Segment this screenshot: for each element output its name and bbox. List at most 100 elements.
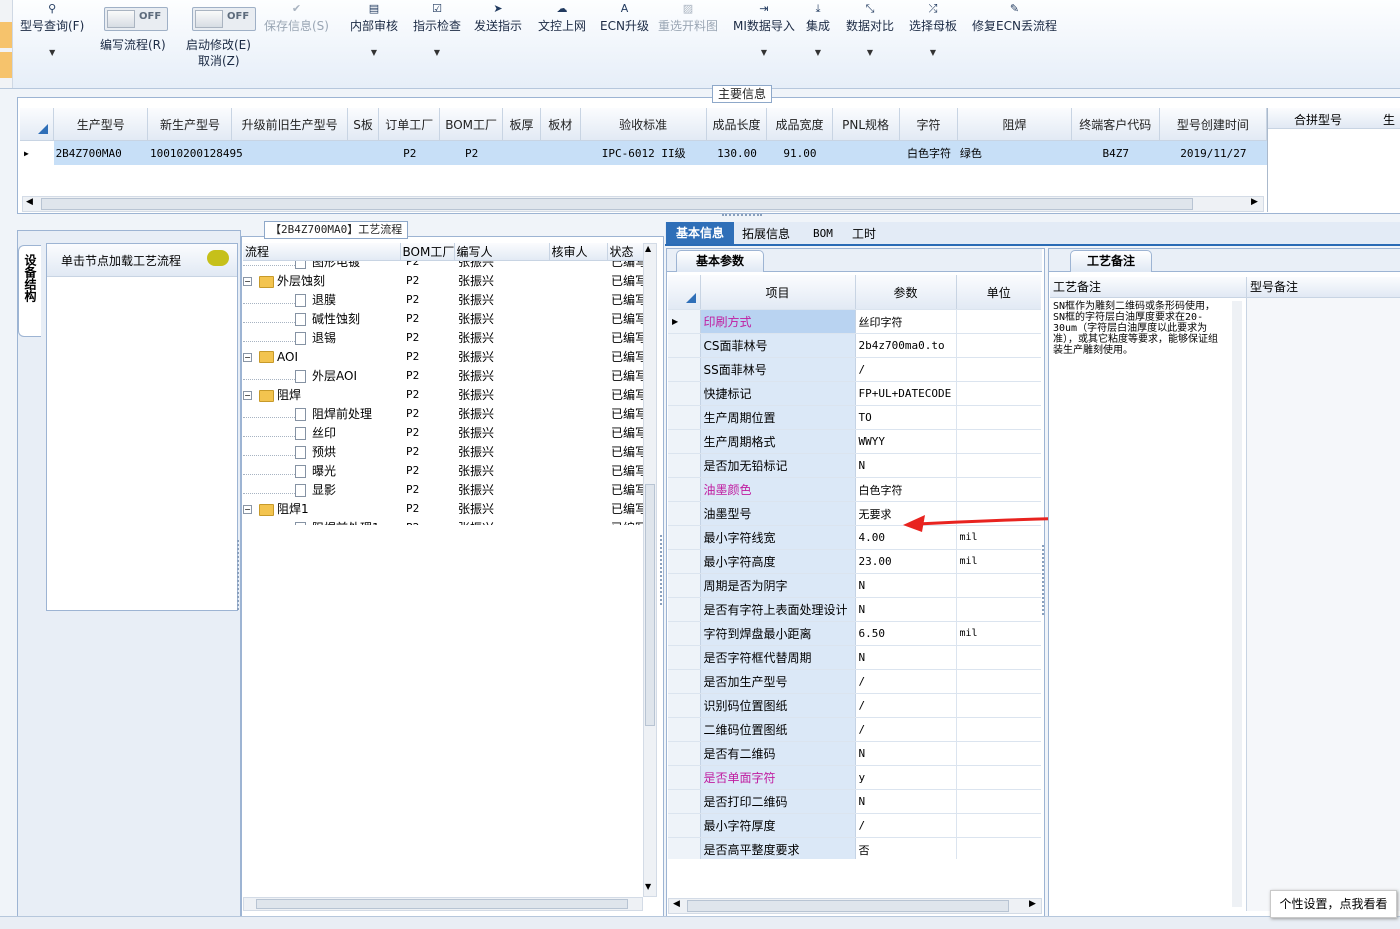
craft-notes-vscrollbar[interactable] xyxy=(1232,301,1242,907)
column-header[interactable]: 新生产型号 xyxy=(147,108,233,141)
tree-cell-status[interactable]: 已编写 xyxy=(607,385,643,404)
tree-cell-bom[interactable]: P2 xyxy=(400,499,454,518)
param-row[interactable]: 是否加生产型号 / xyxy=(668,669,1041,694)
process-hscrollbar[interactable] xyxy=(243,897,643,911)
column-header[interactable]: 型号创建时间 xyxy=(1159,108,1267,141)
table-cell[interactable]: 10010200128495 xyxy=(148,141,243,166)
scroll-thumb[interactable] xyxy=(256,899,628,909)
param-value[interactable]: 23.00 xyxy=(855,549,957,574)
param-value[interactable]: N xyxy=(855,645,957,670)
table-row[interactable]: ▶ 2B4Z700MA0 10010200128495 P2 P2 IPC-6012 II… xyxy=(20,140,1267,166)
param-row[interactable]: 最小字符厚度 / xyxy=(668,813,1041,838)
tree-cell-reviewer[interactable] xyxy=(549,423,607,442)
param-row[interactable]: 识别码位置图纸 / xyxy=(668,693,1041,718)
column-header[interactable]: 成品长度 xyxy=(706,108,768,141)
tree-node[interactable]: 图形电镀 xyxy=(243,261,400,271)
row-indicator[interactable] xyxy=(668,525,701,550)
tree-row[interactable]: 退锡 P2 张振兴 已编写 xyxy=(243,328,643,347)
tree-cell-bom[interactable]: P2 xyxy=(400,328,454,347)
row-indicator[interactable] xyxy=(668,765,701,790)
tree-cell-bom[interactable]: P2 xyxy=(400,518,454,525)
column-header[interactable]: 成品宽度 xyxy=(766,108,833,141)
table-cell[interactable]: P2 xyxy=(379,141,440,166)
column-header[interactable]: 升级前旧生产型号 xyxy=(231,108,348,141)
column-header[interactable]: 阻焊 xyxy=(957,108,1072,141)
tree-row[interactable]: 图形电镀 P2 张振兴 已编写 xyxy=(243,261,643,271)
params-col-value[interactable]: 参数 xyxy=(855,275,957,310)
row-indicator[interactable] xyxy=(668,693,701,718)
table-cell[interactable] xyxy=(232,141,347,166)
param-row[interactable]: 是否打印二维码 N xyxy=(668,789,1041,814)
param-value[interactable]: / xyxy=(855,357,957,382)
param-row[interactable]: 是否字符框代替周期 N xyxy=(668,645,1041,670)
row-indicator[interactable] xyxy=(668,741,701,766)
tree-node[interactable]: − 外层蚀刻 xyxy=(243,271,400,290)
scroll-up-icon[interactable]: ▲ xyxy=(645,244,651,253)
tree-cell-reviewer[interactable] xyxy=(549,261,607,271)
params-col-item[interactable]: 项目 xyxy=(700,275,856,310)
params-hscrollbar[interactable]: ◀ ▶ xyxy=(668,898,1042,914)
param-row[interactable]: ▶ 印刷方式 丝印字符 xyxy=(668,309,1041,334)
param-value[interactable]: 丝印字符 xyxy=(855,309,957,334)
row-indicator[interactable] xyxy=(668,429,701,454)
param-value[interactable]: y xyxy=(855,765,957,790)
table-cell[interactable]: 白色字符 xyxy=(899,141,958,166)
column-header[interactable]: 编写人 xyxy=(454,243,550,261)
column-header[interactable]: 生产型号 xyxy=(53,108,149,141)
param-value[interactable]: / xyxy=(855,669,957,694)
scroll-thumb[interactable] xyxy=(645,484,655,726)
param-row[interactable]: 是否有二维码 N xyxy=(668,741,1041,766)
craft-notes-text[interactable]: SN框作为雕刻二维码或条形码使用，SN框的字符层白油厚度要求在20-30um（字… xyxy=(1050,298,1228,359)
tree-row[interactable]: 阻焊前处理 P2 张振兴 已编写 xyxy=(243,404,643,423)
scroll-left-icon[interactable]: ◀ xyxy=(673,899,680,909)
row-indicator[interactable] xyxy=(668,645,701,670)
tree-cell-writer[interactable]: 张振兴 xyxy=(454,423,549,442)
param-row[interactable]: 是否有字符上表面处理设计 N xyxy=(668,597,1041,622)
collapse-toggle-icon[interactable]: − xyxy=(243,352,252,362)
param-row[interactable]: 是否加无铅标记 N xyxy=(668,453,1041,478)
param-value[interactable]: N xyxy=(855,597,957,622)
row-indicator[interactable] xyxy=(668,597,701,622)
tree-cell-status[interactable]: 已编写 xyxy=(607,261,643,271)
tree-cell-reviewer[interactable] xyxy=(549,499,607,518)
toolbar-button-9[interactable]: ⤓ 集成 ▼ xyxy=(806,2,830,57)
param-value[interactable]: N xyxy=(855,573,957,598)
row-indicator[interactable] xyxy=(668,405,701,430)
toolbar-button-7[interactable]: ▨ 重选开料图 xyxy=(658,2,718,34)
scroll-right-icon[interactable]: ▶ xyxy=(1251,197,1258,207)
tree-cell-status[interactable]: 已编写 xyxy=(607,328,643,347)
scroll-thumb[interactable] xyxy=(687,900,1009,912)
write-flow-toggle[interactable]: OFF xyxy=(104,7,168,31)
collapse-toggle-icon[interactable]: − xyxy=(243,277,252,286)
param-value[interactable]: WWYY xyxy=(855,429,957,454)
param-row[interactable]: 周期是否为阴字 N xyxy=(668,573,1041,598)
tree-cell-bom[interactable]: P2 xyxy=(400,461,454,480)
chevron-down-icon[interactable]: ▼ xyxy=(909,48,957,57)
column-header[interactable]: BOM工厂 xyxy=(439,108,504,141)
tree-cell-writer[interactable]: 张振兴 xyxy=(454,347,549,366)
tree-cell-reviewer[interactable] xyxy=(549,442,607,461)
tree-cell-bom[interactable]: P2 xyxy=(400,347,454,366)
chevron-down-icon[interactable]: ▼ xyxy=(733,48,795,57)
tree-row[interactable]: 曝光 P2 张振兴 已编写 xyxy=(243,461,643,480)
tree-cell-status[interactable]: 已编写 xyxy=(607,518,643,525)
tab-device-structure[interactable]: 设备结构 xyxy=(18,245,41,337)
tree-cell-bom[interactable]: P2 xyxy=(400,404,454,423)
main-grid-hscrollbar[interactable]: ◀ ▶ xyxy=(22,196,1264,212)
param-value[interactable]: 否 xyxy=(855,837,957,859)
speech-bubble-icon[interactable] xyxy=(207,250,229,266)
tree-cell-status[interactable]: 已编写 xyxy=(607,404,643,423)
param-value[interactable]: 2b4z700ma0.to xyxy=(855,333,957,358)
param-row[interactable]: 生产周期格式 WWYY xyxy=(668,429,1041,454)
tree-cell-bom[interactable]: P2 xyxy=(400,261,454,271)
table-cell[interactable] xyxy=(347,141,378,166)
column-header[interactable]: 订单工厂 xyxy=(378,108,441,141)
tree-row[interactable]: 阻焊前处理1 P2张振兴 已编写 xyxy=(243,518,643,525)
param-value[interactable]: / xyxy=(855,693,957,718)
tree-cell-writer[interactable]: 张振兴 xyxy=(454,480,549,499)
tree-node[interactable]: 预烘 xyxy=(243,442,400,461)
tree-node[interactable]: 阻焊前处理 xyxy=(243,404,400,423)
tree-cell-bom[interactable]: P2 xyxy=(400,423,454,442)
chevron-down-icon[interactable]: ▼ xyxy=(350,48,398,57)
params-col-unit[interactable]: 单位 xyxy=(956,275,1041,310)
